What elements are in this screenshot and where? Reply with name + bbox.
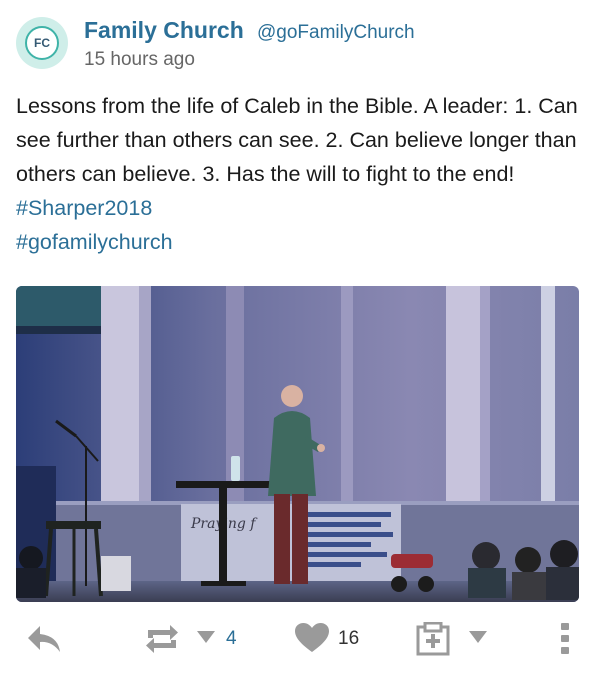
chevron-down-icon <box>469 631 487 643</box>
like-count: 16 <box>338 628 360 649</box>
save-menu-button[interactable] <box>468 630 488 644</box>
avatar[interactable]: FC <box>16 17 68 69</box>
avatar-logo: FC <box>25 26 59 60</box>
account-handle[interactable]: @goFamilyChurch <box>257 22 415 44</box>
more-vertical-icon <box>561 623 569 654</box>
like-button[interactable] <box>294 622 330 654</box>
retweet-menu-button[interactable] <box>196 630 216 644</box>
hashtag-gofamilychurch[interactable]: #gofamilychurch <box>16 230 173 254</box>
stage-photo: Praying f <box>16 286 579 602</box>
action-bar: 4 16 <box>0 610 596 666</box>
reply-button[interactable] <box>26 624 62 654</box>
post-text: Lessons from the life of Caleb in the Bi… <box>16 89 582 259</box>
heart-icon <box>295 623 329 652</box>
retweet-button[interactable] <box>142 622 182 656</box>
account-name[interactable]: Family Church <box>84 17 244 44</box>
more-button[interactable] <box>560 622 570 656</box>
post-timestamp[interactable]: 15 hours ago <box>84 49 195 71</box>
retweet-count: 4 <box>226 628 237 649</box>
reply-icon <box>28 626 60 652</box>
add-bookmark-icon <box>416 622 450 656</box>
hashtag-sharper2018[interactable]: #Sharper2018 <box>16 196 152 220</box>
chevron-down-icon <box>197 631 215 643</box>
retweet-icon <box>146 625 178 653</box>
post-body: Lessons from the life of Caleb in the Bi… <box>16 94 578 186</box>
post-image[interactable]: Praying f <box>16 286 579 602</box>
save-button[interactable] <box>416 622 450 656</box>
